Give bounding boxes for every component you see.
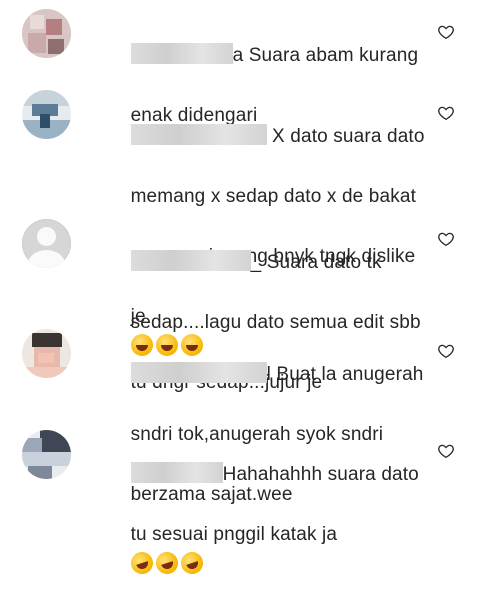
comment-line: a Suara abam kurang bbox=[232, 45, 419, 66]
redacted-username[interactable] bbox=[130, 124, 267, 145]
avatar-image bbox=[22, 430, 71, 479]
avatar[interactable] bbox=[22, 329, 71, 378]
comment-text: Hahahahhh suara dato tu sesuai pnggil ka… bbox=[98, 430, 428, 610]
comment-line: Hahahahhh suara dato bbox=[222, 464, 419, 485]
heart-outline-icon[interactable] bbox=[437, 230, 455, 248]
redacted-username[interactable] bbox=[130, 250, 251, 271]
avatar-image bbox=[22, 90, 71, 139]
heart-outline-icon[interactable] bbox=[437, 104, 455, 122]
redacted-username[interactable] bbox=[130, 462, 223, 483]
avatar[interactable] bbox=[22, 9, 71, 58]
avatar[interactable] bbox=[22, 219, 71, 268]
redacted-username[interactable] bbox=[130, 362, 267, 383]
rolling-on-the-floor-laughing-icon bbox=[127, 549, 156, 577]
heart-outline-icon[interactable] bbox=[437, 342, 455, 360]
comment-line: tu sesuai pnggil katak ja bbox=[130, 524, 338, 545]
comment-line: l Buat la anugerah bbox=[266, 364, 424, 385]
rolling-on-the-floor-laughing-icon bbox=[152, 549, 181, 577]
redacted-username[interactable] bbox=[130, 43, 233, 64]
comment-line: _ Suara dato tk bbox=[250, 252, 382, 273]
comment-line: memang x sedap dato x de bakat bbox=[130, 186, 417, 207]
avatar[interactable] bbox=[22, 90, 71, 139]
comments-list: a Suara abam kurang enak didengari X dat… bbox=[0, 0, 498, 577]
heart-outline-icon[interactable] bbox=[437, 23, 455, 41]
rolling-on-the-floor-laughing-icon bbox=[177, 549, 206, 577]
default-avatar-head bbox=[37, 227, 56, 246]
avatar[interactable] bbox=[22, 430, 71, 479]
default-avatar-body bbox=[28, 250, 65, 268]
avatar-image bbox=[22, 9, 71, 58]
avatar-image bbox=[22, 329, 71, 378]
comment-line: X dato suara dato bbox=[272, 126, 425, 147]
heart-outline-icon[interactable] bbox=[437, 442, 455, 460]
